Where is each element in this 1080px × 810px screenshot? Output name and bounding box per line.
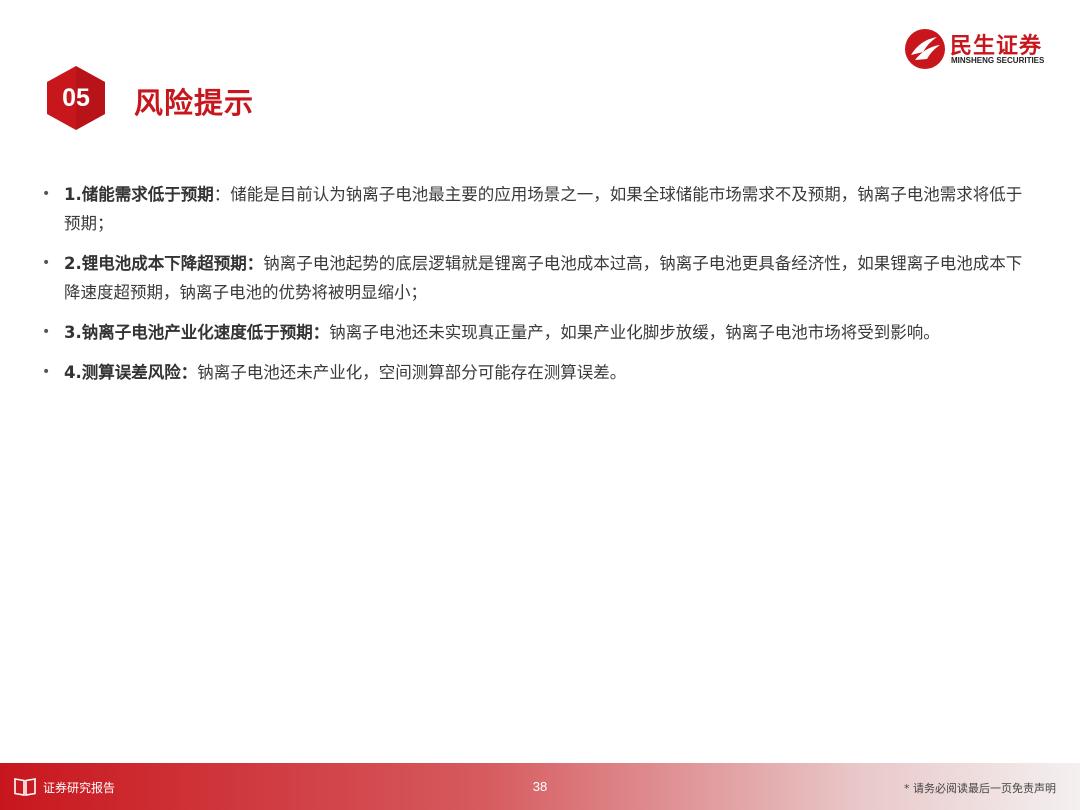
item-heading: 2.锂电池成本下降超预期： xyxy=(64,254,264,273)
page-number: 38 xyxy=(532,779,548,794)
item-heading: 4.测算误差风险： xyxy=(64,363,198,382)
list-item: • 4.测算误差风险：钠离子电池还未产业化，空间测算部分可能存在测算误差。 xyxy=(40,358,1030,387)
item-body: 钠离子电池还未实现真正量产，如果产业化脚步放缓，钠离子电池市场将受到影响。 xyxy=(329,323,940,342)
book-icon xyxy=(14,778,36,796)
bullet-dot-icon: • xyxy=(42,186,51,202)
footer-bar: 证券研究报告 38 * 请务必阅读最后一页免责声明 xyxy=(0,763,1080,810)
footer-report-label: 证券研究报告 xyxy=(43,781,116,795)
item-body: 钠离子电池还未产业化，空间测算部分可能存在测算误差。 xyxy=(197,363,627,382)
disclaimer-note: * 请务必阅读最后一页免责声明 xyxy=(904,782,1056,795)
item-heading: 3.钠离子电池产业化速度低于预期： xyxy=(64,323,330,342)
list-item: • 2.锂电池成本下降超预期：钠离子电池起势的底层逻辑就是锂离子电池成本过高，钠… xyxy=(40,249,1030,307)
item-separator: ： xyxy=(213,185,231,204)
logo-text-en: MINSHENG SECURITIES xyxy=(951,56,1045,65)
bullet-dot-icon: • xyxy=(42,364,51,380)
bullet-dot-icon: • xyxy=(42,255,51,271)
company-logo: 民生证券 MINSHENG SECURITIES xyxy=(904,26,1056,70)
bullet-dot-icon: • xyxy=(42,324,51,340)
section-number: 05 xyxy=(62,83,90,112)
page-title: 风险提示 xyxy=(134,86,255,120)
minsheng-logo-icon xyxy=(905,29,945,69)
slide-page: 05 风险提示 民生证券 MINSHENG SECURITIES • 1.储能需… xyxy=(0,0,1080,810)
list-item: • 1.储能需求低于预期：储能是目前认为钠离子电池最主要的应用场景之一，如果全球… xyxy=(40,180,1030,238)
list-item: • 3.钠离子电池产业化速度低于预期：钠离子电池还未实现真正量产，如果产业化脚步… xyxy=(40,318,1030,347)
section-badge: 05 xyxy=(44,64,108,132)
risk-list: • 1.储能需求低于预期：储能是目前认为钠离子电池最主要的应用场景之一，如果全球… xyxy=(40,180,1030,398)
item-heading: 1.储能需求低于预期 xyxy=(64,185,214,204)
